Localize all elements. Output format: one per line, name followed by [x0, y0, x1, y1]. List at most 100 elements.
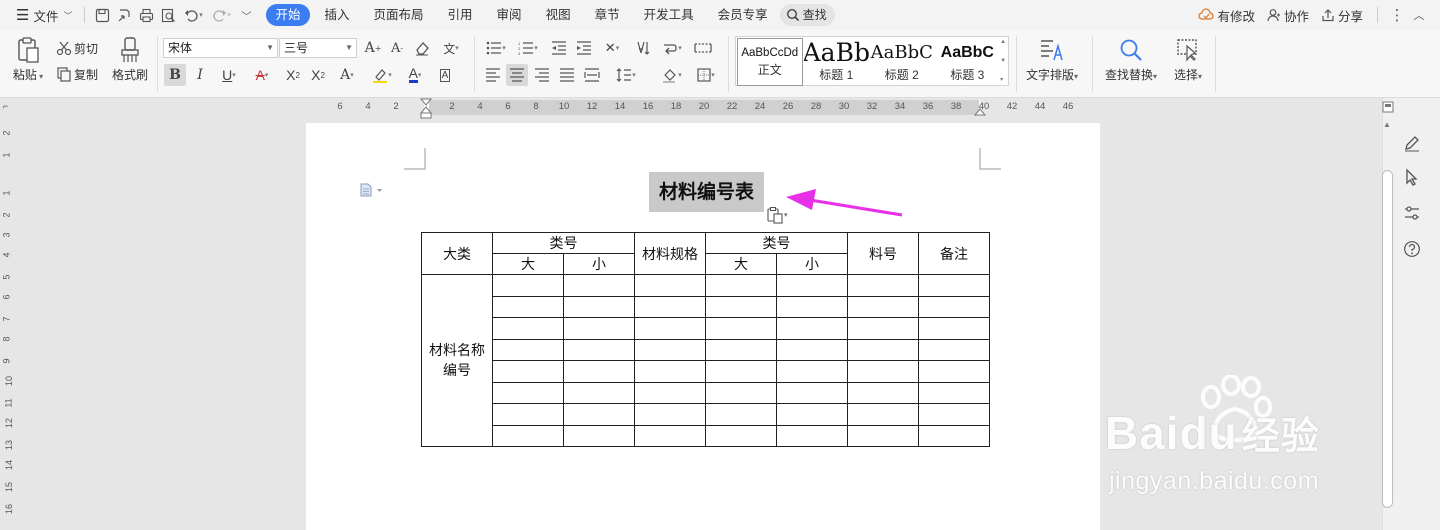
table-cell[interactable] — [705, 381, 777, 404]
table-cell[interactable] — [492, 317, 564, 340]
increase-indent-button[interactable] — [573, 37, 595, 59]
line-spacing-button[interactable]: ▾ — [612, 64, 640, 86]
tab-chapter[interactable]: 章节 — [586, 4, 629, 26]
table-cell[interactable] — [634, 274, 706, 297]
header-category[interactable]: 大类 — [421, 232, 493, 275]
decrease-font-icon[interactable]: A- — [386, 37, 408, 59]
table-cell[interactable] — [563, 424, 635, 447]
table-cell[interactable] — [918, 424, 990, 447]
table-cell[interactable] — [492, 274, 564, 297]
table-cell[interactable] — [776, 274, 848, 297]
vertical-scrollbar[interactable] — [1382, 170, 1393, 508]
bullet-list-button[interactable]: ▾ — [482, 37, 510, 59]
table-cell[interactable] — [918, 338, 990, 361]
vertical-ruler[interactable]: 2 1 1 2 3 4 5 6 7 8 9 10 11 12 13 14 15 16 — [0, 120, 18, 530]
search-button[interactable]: 查找 — [779, 4, 835, 26]
table-cell[interactable] — [918, 360, 990, 383]
undo-icon[interactable]: ▾ — [179, 4, 207, 26]
decrease-indent-button[interactable] — [548, 37, 570, 59]
table-cell[interactable] — [918, 381, 990, 404]
select-button[interactable]: 选择▾ — [1168, 38, 1208, 83]
indent-marker-icon[interactable] — [420, 98, 432, 120]
font-name-combo[interactable]: 宋体 ▼ — [163, 38, 278, 58]
strikethrough-button[interactable]: A ▾ — [247, 64, 277, 86]
text-layout-button[interactable]: 文字排版▾ — [1022, 38, 1082, 83]
highlight-button[interactable]: ▾ — [367, 64, 397, 86]
shading-button[interactable]: ▾ — [658, 64, 686, 86]
has-changes-button[interactable]: 有修改 — [1192, 4, 1261, 26]
table-cell[interactable] — [634, 317, 706, 340]
table-cell[interactable] — [847, 381, 919, 404]
table-cell[interactable] — [918, 295, 990, 318]
body-category-cell[interactable]: 材料名称 编号 — [421, 274, 493, 447]
format-painter-button[interactable]: 格式刷 — [110, 36, 150, 83]
header-class-no-2[interactable]: 类号 — [705, 232, 848, 254]
pen-icon[interactable] — [1403, 134, 1421, 152]
table-cell[interactable] — [492, 403, 564, 426]
table-cell[interactable] — [705, 403, 777, 426]
tab-stop-icon[interactable]: ⌐ — [3, 101, 8, 111]
table-cell[interactable] — [492, 424, 564, 447]
header-large-2[interactable]: 大 — [705, 253, 777, 275]
text-effect-button[interactable]: A ▾ — [332, 64, 362, 86]
header-material-no[interactable]: 料号 — [847, 232, 919, 275]
style-heading-2[interactable]: AaBbC 标题 2 — [869, 37, 935, 85]
increase-font-icon[interactable]: A + — [362, 37, 384, 59]
redo-icon[interactable]: ▾ — [207, 4, 235, 26]
collapse-ribbon-icon[interactable]: ︿ — [1408, 4, 1430, 26]
header-large[interactable]: 大 — [492, 253, 564, 275]
table-cell[interactable] — [634, 403, 706, 426]
table-cell[interactable] — [776, 403, 848, 426]
table-cell[interactable] — [918, 274, 990, 297]
justify-button[interactable] — [556, 64, 578, 86]
table-cell[interactable] — [634, 360, 706, 383]
numbered-list-button[interactable]: 1 2 3 ▾ — [514, 37, 542, 59]
ruler-toggle-icon[interactable] — [1382, 101, 1394, 113]
help-icon[interactable] — [1403, 240, 1421, 258]
align-right-button[interactable] — [531, 64, 553, 86]
font-size-combo[interactable]: 三号 ▼ — [279, 38, 357, 58]
clear-format-icon[interactable] — [411, 37, 433, 59]
chinese-layout-button[interactable]: ✕ ▾ — [598, 37, 626, 59]
table-cell[interactable] — [776, 317, 848, 340]
underline-button[interactable]: U ▾ — [214, 64, 244, 86]
align-left-button[interactable] — [482, 64, 504, 86]
table-cell[interactable] — [563, 360, 635, 383]
table-cell[interactable] — [563, 274, 635, 297]
tab-developer[interactable]: 开发工具 — [635, 4, 703, 26]
table-cell[interactable] — [705, 295, 777, 318]
table-cell[interactable] — [776, 424, 848, 447]
table-cell[interactable] — [705, 360, 777, 383]
table-cell[interactable] — [776, 295, 848, 318]
table-cell[interactable] — [634, 381, 706, 404]
table-cell[interactable] — [847, 360, 919, 383]
tab-page-layout[interactable]: 页面布局 — [365, 4, 433, 26]
italic-button[interactable]: I — [189, 64, 211, 86]
tab-view[interactable]: 视图 — [537, 4, 580, 26]
find-replace-button[interactable]: 查找替换▾ — [1101, 38, 1161, 83]
table-cell[interactable] — [563, 317, 635, 340]
customize-toolbar-icon[interactable]: ﹀ — [235, 4, 257, 26]
show-hide-marks-button[interactable]: ▾ — [658, 37, 686, 59]
table-cell[interactable] — [847, 295, 919, 318]
tab-insert[interactable]: 插入 — [316, 4, 359, 26]
scroll-up-icon[interactable]: ▲ — [1383, 120, 1391, 129]
print-preview-icon[interactable] — [157, 4, 179, 26]
share-button[interactable]: 分享 — [1315, 4, 1369, 26]
header-class-no[interactable]: 类号 — [492, 232, 635, 254]
table-cell[interactable] — [563, 403, 635, 426]
table-cell[interactable] — [776, 338, 848, 361]
phonetic-guide-icon[interactable]: 文 ▾ — [436, 37, 466, 59]
table-cell[interactable] — [492, 295, 564, 318]
table-cell[interactable] — [705, 424, 777, 447]
style-normal[interactable]: AaBbCcDd 正文 — [737, 38, 803, 86]
header-spec[interactable]: 材料规格 — [634, 232, 706, 275]
table-cell[interactable] — [847, 274, 919, 297]
horizontal-ruler[interactable]: 6 4 2 2 4 6 8 10 12 14 16 18 20 22 24 26 28 30 32 34 36 38 40 4… — [0, 98, 1440, 120]
styles-scroll[interactable]: ▲ ▼ ▾ — [1000, 37, 1008, 85]
table-cell[interactable] — [918, 403, 990, 426]
style-heading-1[interactable]: AaBb 标题 1 — [804, 37, 870, 85]
table-cell[interactable] — [563, 295, 635, 318]
sort-button[interactable] — [632, 37, 654, 59]
more-icon[interactable]: ⋮ — [1386, 4, 1408, 26]
